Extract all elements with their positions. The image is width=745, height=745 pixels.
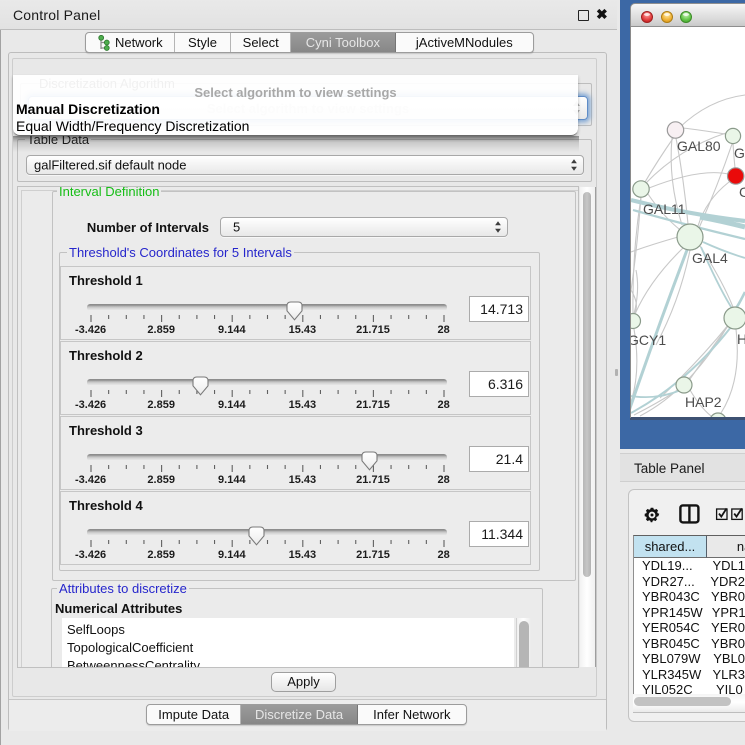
svg-text:C: C — [739, 184, 745, 200]
svg-text:GCY1: GCY1 — [631, 332, 666, 348]
svg-text:GA: GA — [734, 145, 745, 161]
svg-text:H: H — [737, 331, 745, 347]
svg-text:GAL80: GAL80 — [677, 138, 721, 154]
svg-text:HAP2: HAP2 — [685, 394, 722, 410]
svg-text:GAL11: GAL11 — [643, 201, 686, 217]
svg-text:GAL4: GAL4 — [692, 250, 728, 266]
